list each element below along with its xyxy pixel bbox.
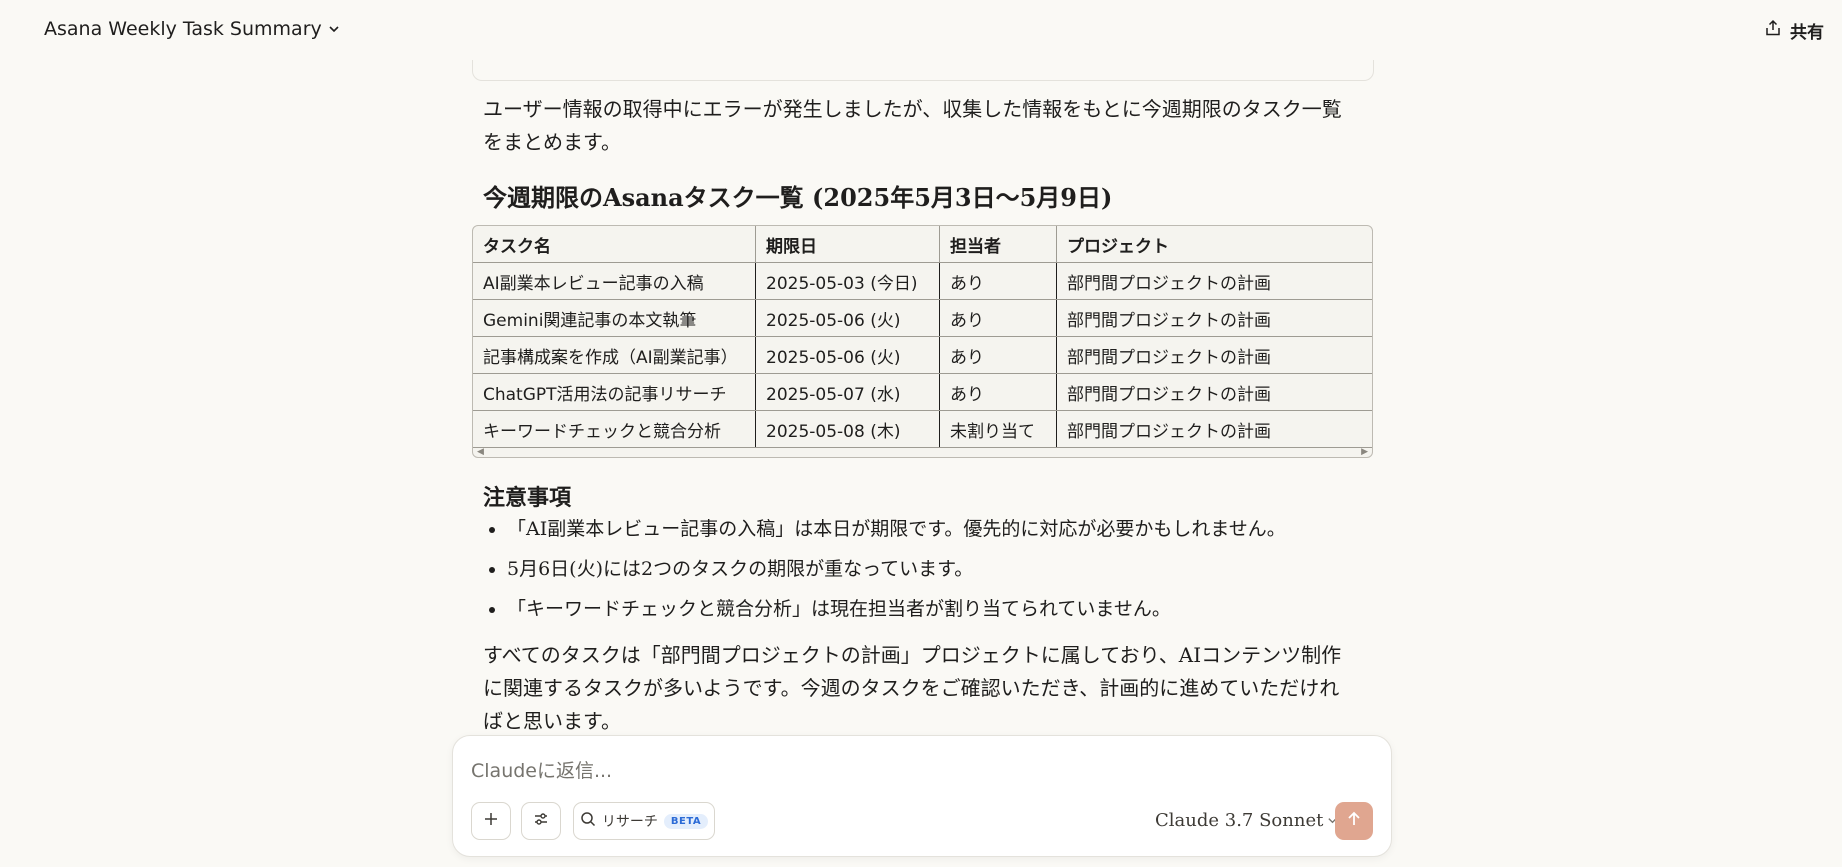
scroll-right-icon[interactable]: ▶ <box>1361 447 1368 457</box>
beta-badge: BETA <box>663 813 709 829</box>
table-cell: 2025-05-08 (木) <box>755 410 940 448</box>
model-selector[interactable]: Claude 3.7 Sonnet <box>1155 810 1338 831</box>
task-table: タスク名 期限日 担当者 プロジェクト AI副業本レビュー記事の入稿 2025-0… <box>473 226 1372 448</box>
table-header: タスク名 <box>473 226 756 263</box>
plus-icon <box>483 811 499 831</box>
list-item: 「キーワードチェックと競合分析」は現在担当者が割り当てられていません。 <box>507 592 1367 632</box>
table-row: Gemini関連記事の本文執筆 2025-05-06 (火) あり 部門間プロジェクト… <box>473 299 1372 337</box>
top-bar: Asana Weekly Task Summary 共有 <box>0 0 1842 60</box>
table-row: 記事構成案を作成（AI副業記事） 2025-05-06 (火) あり 部門間プロジェク… <box>473 336 1372 374</box>
list-item: 5月6日(火)には2つのタスクの期限が重なっています。 <box>507 552 1367 592</box>
task-list-heading: 今週期限のAsanaタスク一覧 (2025年5月3日〜5月9日) <box>483 183 1113 212</box>
add-attachment-button[interactable] <box>471 802 511 840</box>
table-header-row: タスク名 期限日 担当者 プロジェクト <box>473 226 1372 263</box>
chevron-down-icon <box>328 18 340 40</box>
scroll-left-icon[interactable]: ◀ <box>477 447 484 457</box>
table-cell: 部門間プロジェクトの計画 <box>1056 373 1372 411</box>
send-button[interactable] <box>1335 802 1373 840</box>
table-header: プロジェクト <box>1056 226 1372 263</box>
table-cell: 部門間プロジェクトの計画 <box>1056 410 1372 448</box>
research-label: リサーチ <box>601 814 658 830</box>
notes-heading: 注意事項 <box>483 485 572 511</box>
share-label: 共有 <box>1790 23 1824 43</box>
research-button[interactable]: リサーチ BETA <box>573 802 715 840</box>
table-cell: あり <box>939 373 1057 411</box>
table-cell: 2025-05-06 (火) <box>755 336 940 374</box>
table-cell: 2025-05-06 (火) <box>755 299 940 337</box>
table-row: AI副業本レビュー記事の入稿 2025-05-03 (今日) あり 部門間プロジェクト… <box>473 262 1372 300</box>
table-cell: あり <box>939 299 1057 337</box>
horizontal-scrollbar[interactable]: ◀ ▶ <box>473 447 1372 457</box>
search-icon <box>580 811 596 831</box>
table-cell: ChatGPT活用法の記事リサーチ <box>473 373 756 411</box>
table-header: 期限日 <box>755 226 940 263</box>
task-table-container[interactable]: タスク名 期限日 担当者 プロジェクト AI副業本レビュー記事の入稿 2025-0… <box>472 225 1373 458</box>
reply-input[interactable]: Claudeに返信... <box>471 756 612 783</box>
table-cell: 2025-05-07 (水) <box>755 373 940 411</box>
table-cell: AI副業本レビュー記事の入稿 <box>473 262 756 300</box>
reply-composer: Claudeに返信... リサーチ BETA Claude 3.7 Sonnet <box>452 735 1392 857</box>
table-row: ChatGPT活用法の記事リサーチ 2025-05-07 (水) あり 部門間プロジェ… <box>473 373 1372 411</box>
table-cell: 部門間プロジェクトの計画 <box>1056 336 1372 374</box>
tools-button[interactable] <box>521 802 561 840</box>
table-cell: キーワードチェックと競合分析 <box>473 410 756 448</box>
list-item: 「AI副業本レビュー記事の入稿」は本日が期限です。優先的に対応が必要かもしれませ… <box>507 512 1367 552</box>
table-cell: 未割り当て <box>939 410 1057 448</box>
table-cell: あり <box>939 336 1057 374</box>
share-button[interactable]: 共有 <box>1764 18 1824 43</box>
table-cell: 2025-05-03 (今日) <box>755 262 940 300</box>
closing-paragraph: すべてのタスクは「部門間プロジェクトの計画」プロジェクトに属しており、AIコンテ… <box>483 643 1342 733</box>
table-cell: Gemini関連記事の本文執筆 <box>473 299 756 337</box>
table-header: 担当者 <box>939 226 1057 263</box>
notes-list: 「AI副業本レビュー記事の入稿」は本日が期限です。優先的に対応が必要かもしれませ… <box>483 512 1367 632</box>
table-cell: 部門間プロジェクトの計画 <box>1056 299 1372 337</box>
intro-paragraph: ユーザー情報の取得中にエラーが発生しましたが、収集した情報をもとに今週期限のタス… <box>483 97 1342 154</box>
conversation-title-button[interactable]: Asana Weekly Task Summary <box>44 18 340 40</box>
table-row: キーワードチェックと競合分析 2025-05-08 (木) 未割り当て 部門間プロジェ… <box>473 410 1372 448</box>
arrow-up-icon <box>1345 810 1363 832</box>
table-cell: 部門間プロジェクトの計画 <box>1056 262 1372 300</box>
table-cell: あり <box>939 262 1057 300</box>
conversation-title: Asana Weekly Task Summary <box>44 18 322 40</box>
table-cell: 記事構成案を作成（AI副業記事） <box>473 336 756 374</box>
sliders-icon <box>533 811 549 831</box>
model-label: Claude 3.7 Sonnet <box>1155 810 1324 831</box>
share-icon <box>1764 19 1782 42</box>
